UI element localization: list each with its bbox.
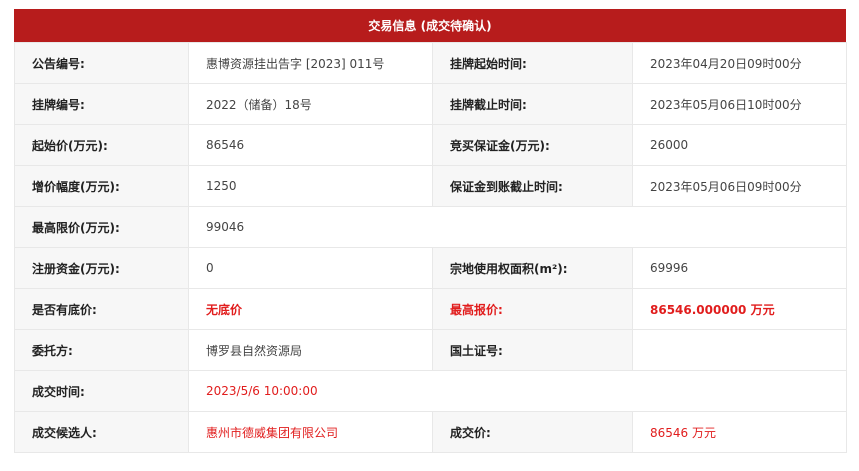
transaction-info-table: 公告编号: 惠博资源挂出告字 [2023] 011号 挂牌起始时间: 2023年… bbox=[14, 42, 847, 453]
land-area-label: 宗地使用权面积(m²): bbox=[432, 247, 633, 289]
reserve-price-label: 是否有底价: bbox=[14, 288, 189, 330]
highest-bid-value: 86546.000000 万元 bbox=[632, 288, 847, 330]
deal-candidate-label: 成交候选人: bbox=[14, 411, 189, 453]
table-row: 公告编号: 惠博资源挂出告字 [2023] 011号 挂牌起始时间: 2023年… bbox=[14, 42, 847, 84]
land-cert-no-label: 国土证号: bbox=[432, 329, 633, 371]
client-label: 委托方: bbox=[14, 329, 189, 371]
land-cert-no-value bbox=[632, 329, 847, 371]
deal-time-label: 成交时间: bbox=[14, 370, 189, 412]
deposit-deadline-label: 保证金到账截止时间: bbox=[432, 165, 633, 207]
table-row: 挂牌编号: 2022（储备）18号 挂牌截止时间: 2023年05月06日10时… bbox=[14, 83, 847, 125]
listing-end-time-label: 挂牌截止时间: bbox=[432, 83, 633, 125]
bid-deposit-label: 竞买保证金(万元): bbox=[432, 124, 633, 166]
reserve-price-value: 无底价 bbox=[188, 288, 433, 330]
table-row: 成交时间: 2023/5/6 10:00:00 bbox=[14, 370, 847, 412]
bid-deposit-value: 26000 bbox=[632, 124, 847, 166]
registered-capital-value: 0 bbox=[188, 247, 433, 289]
price-increment-label: 增价幅度(万元): bbox=[14, 165, 189, 207]
deal-candidate-value: 惠州市德威集团有限公司 bbox=[188, 411, 433, 453]
announcement-no-value: 惠博资源挂出告字 [2023] 011号 bbox=[188, 42, 433, 84]
table-row: 成交候选人: 惠州市德威集团有限公司 成交价: 86546 万元 bbox=[14, 411, 847, 453]
price-increment-value: 1250 bbox=[188, 165, 433, 207]
deal-price-value: 86546 万元 bbox=[632, 411, 847, 453]
registered-capital-label: 注册资金(万元): bbox=[14, 247, 189, 289]
listing-start-time-label: 挂牌起始时间: bbox=[432, 42, 633, 84]
max-price-limit-label: 最高限价(万元): bbox=[14, 206, 189, 248]
deal-price-label: 成交价: bbox=[432, 411, 633, 453]
client-value: 博罗县自然资源局 bbox=[188, 329, 433, 371]
listing-end-time-value: 2023年05月06日10时00分 bbox=[632, 83, 847, 125]
announcement-no-label: 公告编号: bbox=[14, 42, 189, 84]
panel-title: 交易信息 (成交待确认) bbox=[14, 9, 846, 42]
table-row: 注册资金(万元): 0 宗地使用权面积(m²): 69996 bbox=[14, 247, 847, 289]
max-price-limit-value: 99046 bbox=[188, 206, 847, 248]
land-area-value: 69996 bbox=[632, 247, 847, 289]
deposit-deadline-value: 2023年05月06日09时00分 bbox=[632, 165, 847, 207]
table-row: 增价幅度(万元): 1250 保证金到账截止时间: 2023年05月06日09时… bbox=[14, 165, 847, 207]
table-row: 是否有底价: 无底价 最高报价: 86546.000000 万元 bbox=[14, 288, 847, 330]
transaction-info-panel: 交易信息 (成交待确认) 公告编号: 惠博资源挂出告字 [2023] 011号 … bbox=[14, 9, 847, 453]
starting-price-value: 86546 bbox=[188, 124, 433, 166]
listing-no-value: 2022（储备）18号 bbox=[188, 83, 433, 125]
listing-start-time-value: 2023年04月20日09时00分 bbox=[632, 42, 847, 84]
deal-time-value: 2023/5/6 10:00:00 bbox=[188, 370, 847, 412]
table-row: 最高限价(万元): 99046 bbox=[14, 206, 847, 248]
listing-no-label: 挂牌编号: bbox=[14, 83, 189, 125]
starting-price-label: 起始价(万元): bbox=[14, 124, 189, 166]
highest-bid-label: 最高报价: bbox=[432, 288, 633, 330]
table-row: 起始价(万元): 86546 竞买保证金(万元): 26000 bbox=[14, 124, 847, 166]
table-row: 委托方: 博罗县自然资源局 国土证号: bbox=[14, 329, 847, 371]
